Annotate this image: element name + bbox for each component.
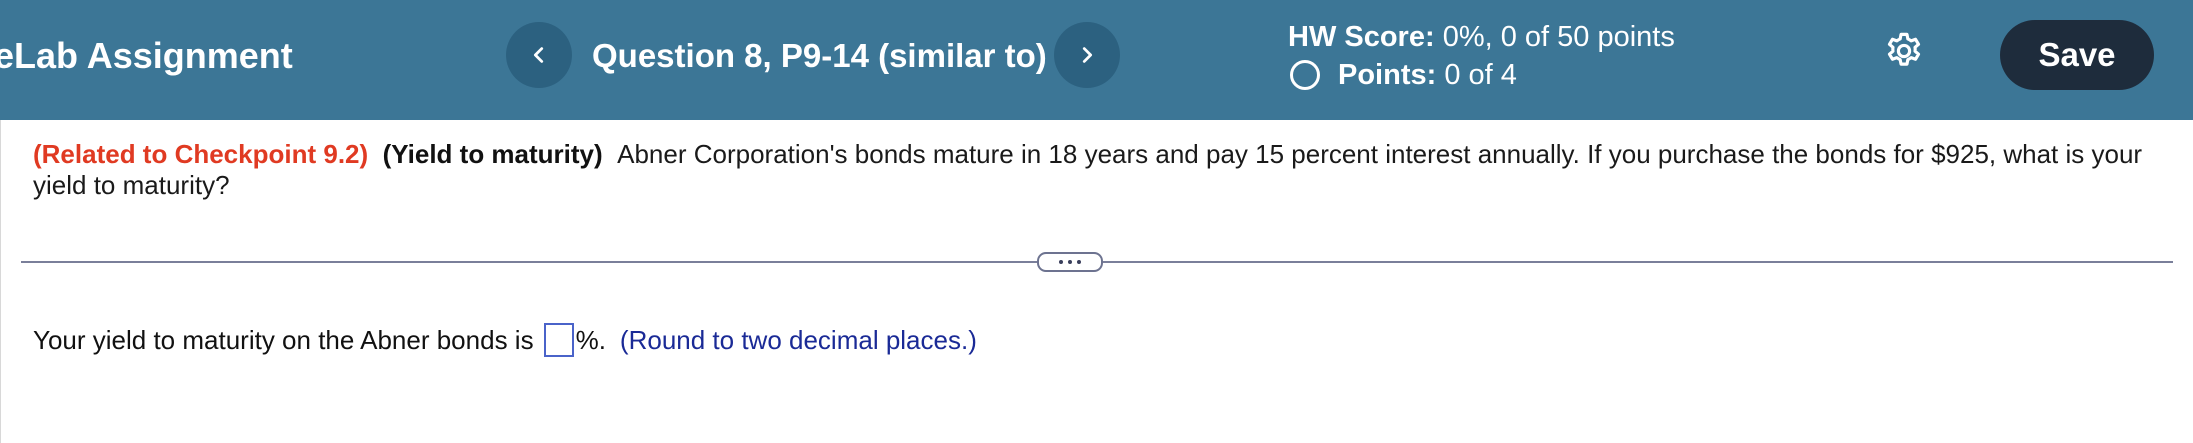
hw-score: HW Score: 0%, 0 of 50 points (1288, 17, 1675, 57)
points-value: 0 of 4 (1444, 59, 1517, 91)
related-checkpoint: (Related to Checkpoint 9.2) (33, 139, 369, 169)
points-label: Points: (1338, 59, 1437, 91)
expand-handle[interactable] (1037, 252, 1103, 272)
answer-prompt: Your yield to maturity on the Abner bond… (33, 325, 534, 355)
left-border (0, 120, 1, 443)
answer-input[interactable] (543, 323, 574, 357)
dot-icon (1077, 260, 1081, 264)
question-text: (Related to Checkpoint 9.2) (Yield to ma… (33, 139, 2163, 201)
chevron-right-icon (1082, 47, 1093, 63)
answer-unit: %. (575, 325, 606, 355)
question-title: Question 8, P9-14 (similar to) (592, 37, 1047, 74)
question-topic: (Yield to maturity) (382, 139, 603, 169)
save-button[interactable]: Save (2000, 20, 2154, 90)
answer-line: Your yield to maturity on the Abner bond… (33, 323, 977, 357)
top-bar: eLab Assignment Question 8, P9-14 (simil… (0, 0, 2193, 120)
rounding-hint: (Round to two decimal places.) (619, 325, 977, 355)
question-points: Points: 0 of 4 (1288, 55, 1517, 95)
dot-icon (1059, 260, 1063, 264)
app-title: eLab Assignment (0, 35, 293, 76)
gear-icon[interactable] (1883, 30, 1925, 72)
hw-score-label: HW Score: (1288, 21, 1435, 53)
next-question-button[interactable] (1054, 22, 1120, 88)
chevron-left-icon (533, 47, 544, 63)
status-circle-icon (1290, 60, 1320, 90)
hw-score-value: 0%, 0 of 50 points (1442, 21, 1675, 53)
previous-question-button[interactable] (506, 22, 572, 88)
dot-icon (1068, 260, 1072, 264)
